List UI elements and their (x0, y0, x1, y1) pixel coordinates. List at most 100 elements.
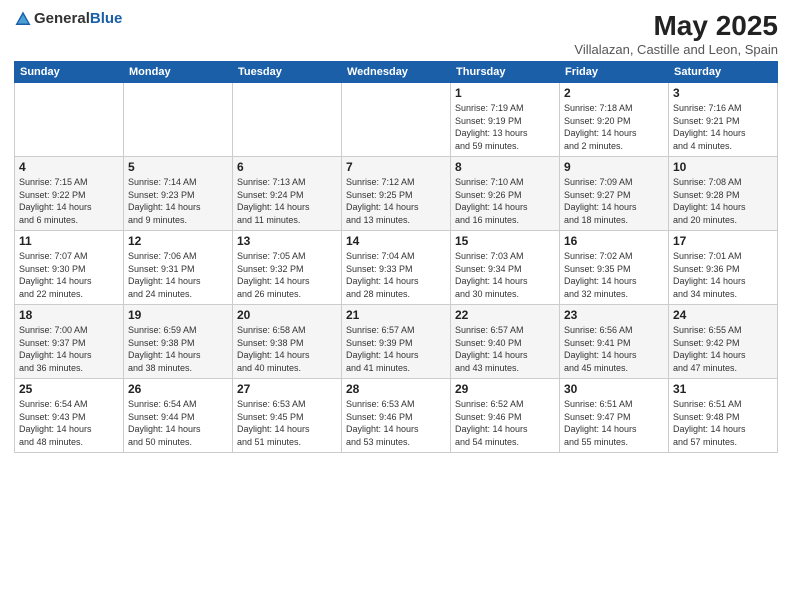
day-number: 18 (19, 308, 119, 322)
day-info: Sunrise: 6:53 AM Sunset: 9:45 PM Dayligh… (237, 398, 337, 448)
day-info: Sunrise: 6:59 AM Sunset: 9:38 PM Dayligh… (128, 324, 228, 374)
day-number: 8 (455, 160, 555, 174)
calendar-week-3: 11Sunrise: 7:07 AM Sunset: 9:30 PM Dayli… (15, 231, 778, 305)
day-number: 10 (673, 160, 773, 174)
day-number: 25 (19, 382, 119, 396)
day-info: Sunrise: 6:57 AM Sunset: 9:40 PM Dayligh… (455, 324, 555, 374)
calendar-cell: 28 Sunrise: 6:53 AM Sunset: 9:46 PM Dayli… (342, 379, 451, 453)
day-number: 21 (346, 308, 446, 322)
day-info: Sunrise: 6:58 AM Sunset: 9:38 PM Dayligh… (237, 324, 337, 374)
calendar-cell: 31 Sunrise: 6:51 AM Sunset: 9:48 PM Dayli… (669, 379, 778, 453)
day-number: 13 (237, 234, 337, 248)
col-friday: Friday (560, 62, 669, 83)
calendar-cell: 9 Sunrise: 7:09 AM Sunset: 9:27 PM Daylig… (560, 157, 669, 231)
day-number: 29 (455, 382, 555, 396)
day-info: Sunrise: 7:15 AM Sunset: 9:22 PM Dayligh… (19, 176, 119, 226)
calendar-cell: 8Sunrise: 7:10 AM Sunset: 9:26 PM Daylig… (451, 157, 560, 231)
calendar-cell: 13 Sunrise: 7:05 AM Sunset: 9:32 PM Dayli… (233, 231, 342, 305)
calendar-cell: 17 Sunrise: 7:01 AM Sunset: 9:36 PM Dayli… (669, 231, 778, 305)
day-info: Sunrise: 7:05 AM Sunset: 9:32 PM Dayligh… (237, 250, 337, 300)
day-info: Sunrise: 6:51 AM Sunset: 9:48 PM Dayligh… (673, 398, 773, 448)
col-wednesday: Wednesday (342, 62, 451, 83)
calendar-cell: 20 Sunrise: 6:58 AM Sunset: 9:38 PM Dayli… (233, 305, 342, 379)
location-title: Villalazan, Castille and Leon, Spain (574, 42, 778, 57)
calendar-week-5: 25Sunrise: 6:54 AM Sunset: 9:43 PM Dayli… (15, 379, 778, 453)
day-number: 2 (564, 86, 664, 100)
day-info: Sunrise: 7:09 AM Sunset: 9:27 PM Dayligh… (564, 176, 664, 226)
day-number: 27 (237, 382, 337, 396)
col-monday: Monday (124, 62, 233, 83)
day-info: Sunrise: 7:00 AM Sunset: 9:37 PM Dayligh… (19, 324, 119, 374)
day-info: Sunrise: 7:16 AM Sunset: 9:21 PM Dayligh… (673, 102, 773, 152)
day-number: 20 (237, 308, 337, 322)
calendar-cell: 5 Sunrise: 7:14 AM Sunset: 9:23 PM Daylig… (124, 157, 233, 231)
day-info: Sunrise: 6:54 AM Sunset: 9:44 PM Dayligh… (128, 398, 228, 448)
calendar-body: 1Sunrise: 7:19 AM Sunset: 9:19 PM Daylig… (15, 83, 778, 453)
day-number: 1 (455, 86, 555, 100)
day-info: Sunrise: 7:01 AM Sunset: 9:36 PM Dayligh… (673, 250, 773, 300)
day-info: Sunrise: 6:56 AM Sunset: 9:41 PM Dayligh… (564, 324, 664, 374)
col-thursday: Thursday (451, 62, 560, 83)
day-number: 26 (128, 382, 228, 396)
day-number: 22 (455, 308, 555, 322)
col-tuesday: Tuesday (233, 62, 342, 83)
calendar-cell: 3Sunrise: 7:16 AM Sunset: 9:21 PM Daylig… (669, 83, 778, 157)
calendar-cell: 4 Sunrise: 7:15 AM Sunset: 9:22 PM Daylig… (15, 157, 124, 231)
day-number: 24 (673, 308, 773, 322)
day-info: Sunrise: 6:52 AM Sunset: 9:46 PM Dayligh… (455, 398, 555, 448)
day-number: 17 (673, 234, 773, 248)
calendar-cell (233, 83, 342, 157)
day-number: 16 (564, 234, 664, 248)
day-number: 4 (19, 160, 119, 174)
col-saturday: Saturday (669, 62, 778, 83)
day-info: Sunrise: 7:12 AM Sunset: 9:25 PM Dayligh… (346, 176, 446, 226)
calendar-cell: 2 Sunrise: 7:18 AM Sunset: 9:20 PM Daylig… (560, 83, 669, 157)
calendar-week-1: 1Sunrise: 7:19 AM Sunset: 9:19 PM Daylig… (15, 83, 778, 157)
day-info: Sunrise: 6:57 AM Sunset: 9:39 PM Dayligh… (346, 324, 446, 374)
logo: GeneralBlue (14, 10, 122, 28)
calendar-cell: 29 Sunrise: 6:52 AM Sunset: 9:46 PM Dayli… (451, 379, 560, 453)
day-info: Sunrise: 7:03 AM Sunset: 9:34 PM Dayligh… (455, 250, 555, 300)
calendar-cell: 15 Sunrise: 7:03 AM Sunset: 9:34 PM Dayli… (451, 231, 560, 305)
header: GeneralBlue May 2025 Villalazan, Castill… (14, 10, 778, 57)
day-info: Sunrise: 7:14 AM Sunset: 9:23 PM Dayligh… (128, 176, 228, 226)
day-number: 23 (564, 308, 664, 322)
calendar-cell: 22 Sunrise: 6:57 AM Sunset: 9:40 PM Dayli… (451, 305, 560, 379)
calendar-table: Sunday Monday Tuesday Wednesday Thursday… (14, 61, 778, 453)
day-info: Sunrise: 7:07 AM Sunset: 9:30 PM Dayligh… (19, 250, 119, 300)
month-title: May 2025 (574, 10, 778, 42)
day-number: 15 (455, 234, 555, 248)
calendar-cell: 21 Sunrise: 6:57 AM Sunset: 9:39 PM Dayli… (342, 305, 451, 379)
day-info: Sunrise: 6:51 AM Sunset: 9:47 PM Dayligh… (564, 398, 664, 448)
calendar-cell: 25Sunrise: 6:54 AM Sunset: 9:43 PM Dayli… (15, 379, 124, 453)
day-number: 31 (673, 382, 773, 396)
day-info: Sunrise: 7:18 AM Sunset: 9:20 PM Dayligh… (564, 102, 664, 152)
day-number: 5 (128, 160, 228, 174)
calendar-cell: 11Sunrise: 7:07 AM Sunset: 9:30 PM Dayli… (15, 231, 124, 305)
calendar-week-4: 18 Sunrise: 7:00 AM Sunset: 9:37 PM Dayli… (15, 305, 778, 379)
calendar-cell: 24 Sunrise: 6:55 AM Sunset: 9:42 PM Dayli… (669, 305, 778, 379)
logo-icon (14, 10, 32, 28)
calendar-header: Sunday Monday Tuesday Wednesday Thursday… (15, 62, 778, 83)
weekday-row: Sunday Monday Tuesday Wednesday Thursday… (15, 62, 778, 83)
day-info: Sunrise: 6:53 AM Sunset: 9:46 PM Dayligh… (346, 398, 446, 448)
day-info: Sunrise: 7:08 AM Sunset: 9:28 PM Dayligh… (673, 176, 773, 226)
calendar-cell: 16 Sunrise: 7:02 AM Sunset: 9:35 PM Dayli… (560, 231, 669, 305)
col-sunday: Sunday (15, 62, 124, 83)
calendar-cell: 7 Sunrise: 7:12 AM Sunset: 9:25 PM Daylig… (342, 157, 451, 231)
day-info: Sunrise: 7:02 AM Sunset: 9:35 PM Dayligh… (564, 250, 664, 300)
page-container: GeneralBlue May 2025 Villalazan, Castill… (0, 0, 792, 612)
day-info: Sunrise: 6:55 AM Sunset: 9:42 PM Dayligh… (673, 324, 773, 374)
day-number: 30 (564, 382, 664, 396)
logo-general: General (34, 10, 90, 27)
calendar-cell (15, 83, 124, 157)
day-number: 7 (346, 160, 446, 174)
day-number: 28 (346, 382, 446, 396)
calendar-cell (342, 83, 451, 157)
day-number: 9 (564, 160, 664, 174)
calendar-cell: 23 Sunrise: 6:56 AM Sunset: 9:41 PM Dayli… (560, 305, 669, 379)
day-number: 19 (128, 308, 228, 322)
calendar-cell: 10 Sunrise: 7:08 AM Sunset: 9:28 PM Dayli… (669, 157, 778, 231)
calendar-cell: 1Sunrise: 7:19 AM Sunset: 9:19 PM Daylig… (451, 83, 560, 157)
logo-text: GeneralBlue (34, 10, 122, 28)
